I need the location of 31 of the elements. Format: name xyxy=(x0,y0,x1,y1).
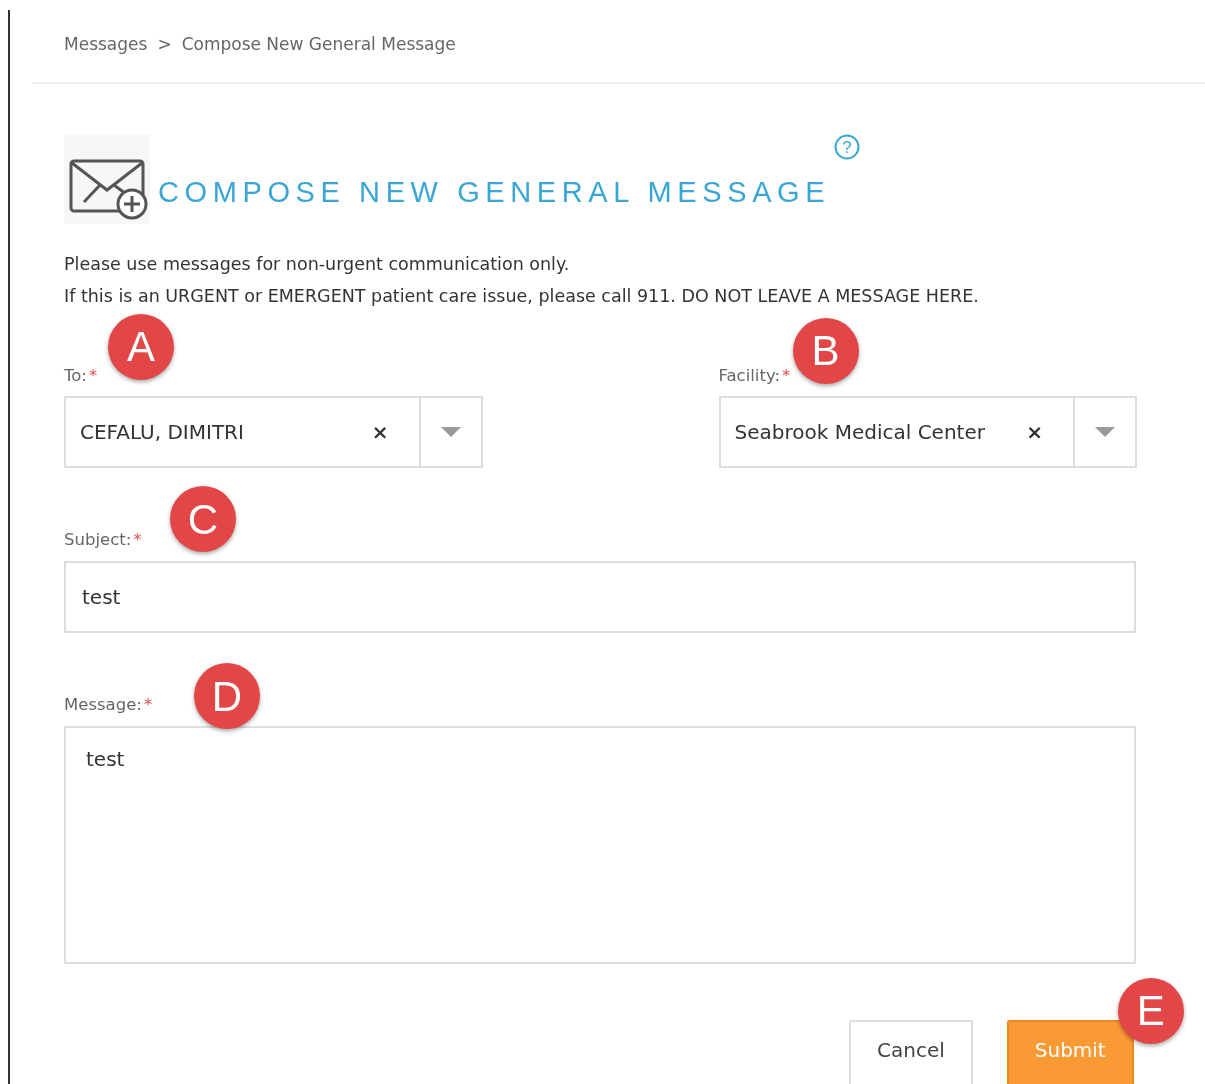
required-asterisk: * xyxy=(782,365,791,385)
select-value: Seabrook Medical Center xyxy=(734,419,985,447)
callout-marker: A xyxy=(108,313,174,380)
notice-text: Please use messages for non-urgent communication only. xyxy=(64,252,571,276)
clear-button[interactable]: × xyxy=(996,398,1073,467)
envelope-plus-icon xyxy=(64,133,150,224)
breadcrumb-separator: > xyxy=(157,34,172,54)
page-title: COMPOSE NEW GENERAL MESSAGE xyxy=(158,174,831,210)
message-field[interactable]: test xyxy=(64,725,1136,964)
cancel-button[interactable]: Cancel xyxy=(849,1019,973,1084)
field-label: Facility: xyxy=(718,365,780,385)
select-field[interactable]: Seabrook Medical Center × xyxy=(718,396,1137,469)
callout-marker: C xyxy=(170,486,236,553)
callout-marker: E xyxy=(1117,977,1184,1044)
field-label: Subject: xyxy=(64,530,132,550)
text-field[interactable]: test xyxy=(64,561,1136,633)
field-label: Message: xyxy=(64,695,142,714)
field-label: To: xyxy=(64,365,87,385)
caret-icon xyxy=(1095,427,1115,438)
callout-marker: B xyxy=(792,317,859,384)
select-field[interactable]: CEFALU, DIMITRI × xyxy=(64,396,483,469)
breadcrumb-item: Compose New General Message xyxy=(181,34,456,54)
required-asterisk: * xyxy=(133,530,142,550)
callout-marker: D xyxy=(194,663,260,729)
clear-button[interactable]: × xyxy=(341,398,419,467)
breadcrumb-item[interactable]: Messages xyxy=(64,34,148,54)
required-asterisk: * xyxy=(88,365,98,385)
required-asterisk: * xyxy=(143,695,153,714)
select-value: CEFALU, DIMITRI xyxy=(80,419,244,447)
notice-text: If this is an URGENT or EMERGENT patient care issue, please call 911. DO NOT LEAVE A MESSAGE HERE. xyxy=(64,284,980,308)
caret-icon xyxy=(440,427,461,438)
